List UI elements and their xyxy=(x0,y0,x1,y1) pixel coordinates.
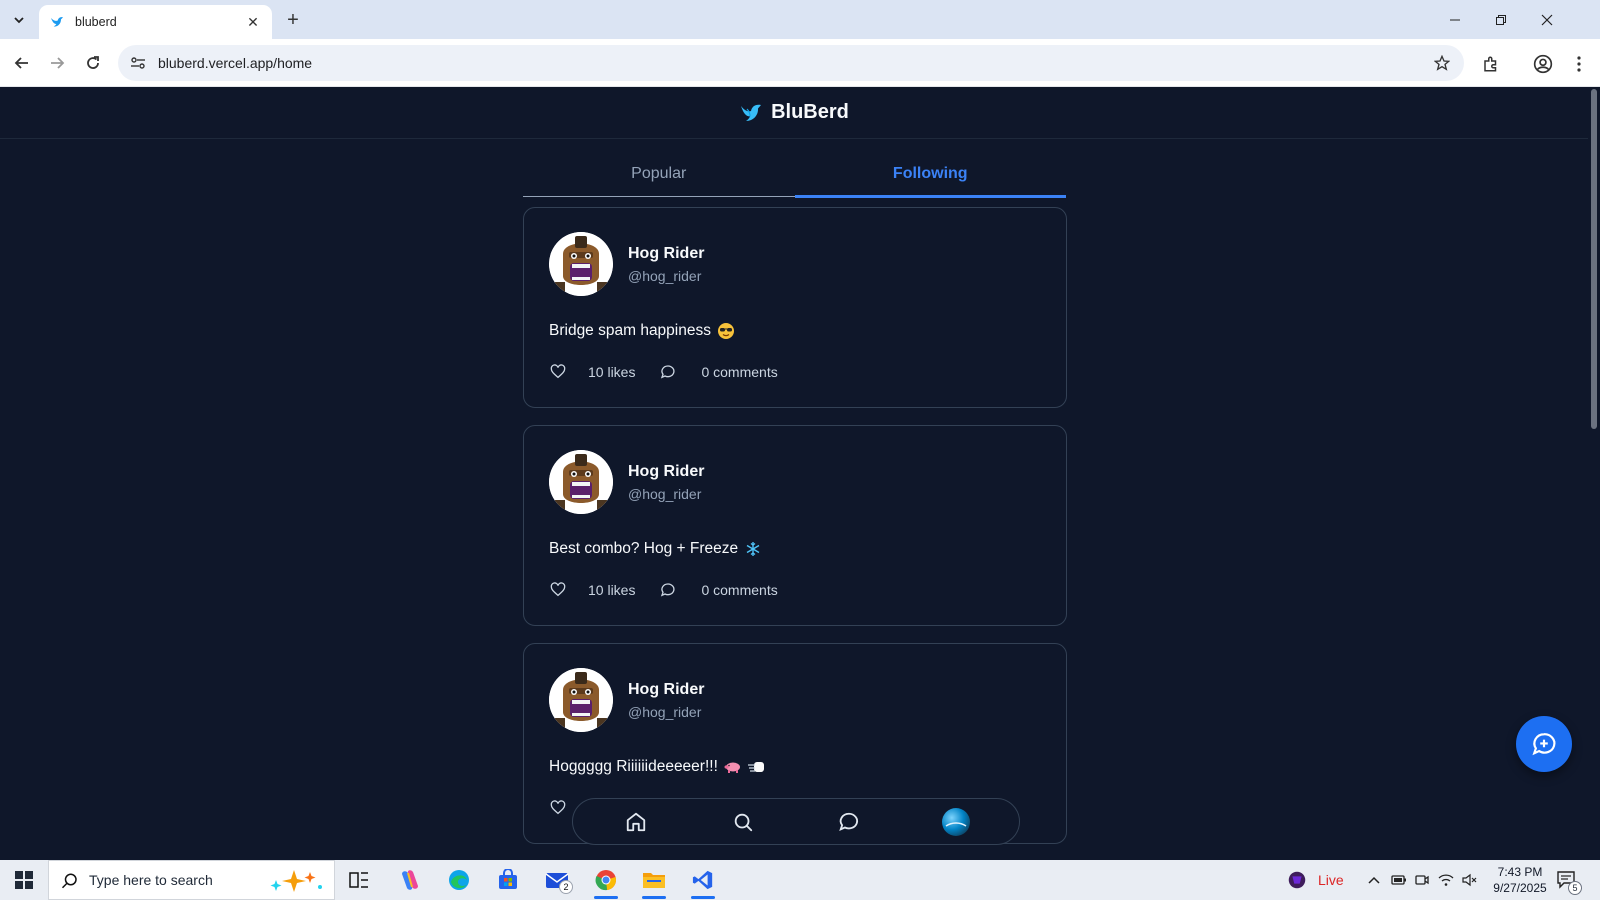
meet-now-icon[interactable] xyxy=(1415,860,1429,900)
mail-badge: 2 xyxy=(559,880,573,894)
copilot-icon[interactable] xyxy=(390,864,430,896)
new-tab-plus-icon[interactable]: + xyxy=(281,8,305,32)
site-info-icon[interactable] xyxy=(128,54,148,72)
comments-count: 0 comments xyxy=(701,364,778,380)
post-card[interactable]: Hog Rider @hog_rider Best combo? Hog + F… xyxy=(523,425,1067,626)
browser-tabstrip: bluberd ✕ + xyxy=(0,0,1600,39)
fist-emoji-icon xyxy=(747,758,766,776)
post-author-name[interactable]: Hog Rider xyxy=(628,245,704,263)
post-actions: 10 likes 0 comments xyxy=(549,581,778,599)
hog-rider-avatar[interactable] xyxy=(549,668,613,732)
taskbar-search-box[interactable]: Type here to search xyxy=(48,860,335,900)
new-post-button[interactable] xyxy=(1516,716,1572,772)
bookmark-star-icon[interactable] xyxy=(1432,53,1452,73)
tab-close-icon[interactable]: ✕ xyxy=(244,13,262,31)
post-content: Best combo? Hog + Freeze xyxy=(549,540,762,558)
post-card[interactable]: Hog Rider @hog_rider Bridge spam happine… xyxy=(523,207,1067,408)
menu-kebab-icon[interactable] xyxy=(1566,51,1592,77)
comment-icon[interactable] xyxy=(659,363,677,381)
reload-icon[interactable] xyxy=(79,49,107,77)
new-post-icon xyxy=(1532,733,1556,756)
network-wifi-icon[interactable] xyxy=(1438,860,1454,900)
comment-icon[interactable] xyxy=(659,581,677,599)
tab-following[interactable]: Following xyxy=(794,157,1067,198)
back-arrow-icon[interactable] xyxy=(8,49,36,77)
bluberd-logo-icon xyxy=(741,104,762,121)
post-actions xyxy=(549,799,567,817)
notification-count-badge: 5 xyxy=(1568,881,1582,895)
post-content: Hoggggg Riiiiiideeeeer!!! xyxy=(549,758,766,776)
browser-toolbar: bluberd.vercel.app/home xyxy=(0,39,1600,87)
search-icon[interactable] xyxy=(728,807,758,837)
heart-icon[interactable] xyxy=(549,581,567,599)
url-text: bluberd.vercel.app/home xyxy=(158,55,313,71)
brand[interactable]: BluBerd xyxy=(739,101,849,125)
post-text: Bridge spam happiness xyxy=(549,322,711,339)
post-author-handle[interactable]: @hog_rider xyxy=(628,268,701,284)
taskbar-search-placeholder: Type here to search xyxy=(89,872,213,888)
post-author-handle[interactable]: @hog_rider xyxy=(628,486,701,502)
mail-icon[interactable]: 2 xyxy=(537,864,577,896)
post-text: Hoggggg Riiiiiideeeeer!!! xyxy=(549,758,718,775)
post-content: Bridge spam happiness xyxy=(549,322,735,340)
live-label: Live xyxy=(1318,872,1344,888)
chat-icon[interactable] xyxy=(834,807,864,837)
windows-taskbar: Type here to search 2 Live 7:43 PM 9/27/… xyxy=(0,860,1600,900)
file-explorer-icon[interactable] xyxy=(634,864,674,899)
page-scrollbar[interactable] xyxy=(1588,87,1600,860)
extensions-puzzle-icon[interactable] xyxy=(1478,51,1504,77)
app-header: BluBerd xyxy=(0,87,1588,139)
post-author-name[interactable]: Hog Rider xyxy=(628,681,704,699)
tab-popular[interactable]: Popular xyxy=(523,157,795,196)
bluberd-app: BluBerd Popular Following Hog Rider @hog… xyxy=(0,87,1588,860)
post-author-name[interactable]: Hog Rider xyxy=(628,463,704,481)
heart-icon[interactable] xyxy=(549,363,567,381)
tab-search-chevron-icon[interactable] xyxy=(6,8,32,32)
address-bar[interactable]: bluberd.vercel.app/home xyxy=(118,45,1464,81)
tab-title: bluberd xyxy=(75,15,117,29)
windows-start-icon[interactable] xyxy=(0,860,48,900)
comments-count: 0 comments xyxy=(701,582,778,598)
sparkle-decoration-icon xyxy=(270,870,322,892)
clock-time: 7:43 PM xyxy=(1497,865,1543,879)
clock-date: 9/27/2025 xyxy=(1493,881,1547,895)
bird-favicon-icon xyxy=(49,14,65,30)
live-sports-icon xyxy=(1288,871,1306,889)
home-icon[interactable] xyxy=(621,807,651,837)
hog-rider-avatar[interactable] xyxy=(549,232,613,296)
taskbar-clock[interactable]: 7:43 PM 9/27/2025 xyxy=(1486,864,1554,896)
snowflake-emoji-icon xyxy=(744,540,762,558)
minimize-icon[interactable] xyxy=(1432,5,1478,35)
volume-muted-icon[interactable] xyxy=(1462,860,1478,900)
profile-avatar[interactable] xyxy=(941,807,971,837)
sunglasses-emoji-icon xyxy=(717,322,735,340)
window-close-icon[interactable] xyxy=(1524,5,1570,35)
heart-icon[interactable] xyxy=(549,799,567,817)
microsoft-store-icon[interactable] xyxy=(488,864,528,896)
scrollbar-thumb[interactable] xyxy=(1591,89,1597,429)
pig-emoji-icon xyxy=(724,758,742,776)
forward-arrow-icon[interactable] xyxy=(43,49,71,77)
task-view-icon[interactable] xyxy=(339,864,379,896)
notifications-icon[interactable]: 5 xyxy=(1556,860,1582,900)
post-text: Best combo? Hog + Freeze xyxy=(549,540,739,557)
tray-overflow-chevron-icon[interactable] xyxy=(1368,860,1380,900)
browser-tab[interactable]: bluberd ✕ xyxy=(39,5,272,39)
edge-browser-icon[interactable] xyxy=(439,864,479,896)
restore-icon[interactable] xyxy=(1478,5,1524,35)
bottom-navigation xyxy=(572,798,1020,845)
chrome-icon[interactable] xyxy=(586,864,626,899)
feed-tabs: Popular Following xyxy=(523,157,1067,198)
likes-count: 10 likes xyxy=(588,364,636,380)
weather-live-widget[interactable]: Live xyxy=(1286,860,1344,900)
battery-icon[interactable] xyxy=(1391,860,1407,900)
vscode-icon[interactable] xyxy=(683,864,723,899)
profile-account-icon[interactable] xyxy=(1530,51,1556,77)
post-author-handle[interactable]: @hog_rider xyxy=(628,704,701,720)
post-actions: 10 likes 0 comments xyxy=(549,363,778,381)
search-icon xyxy=(61,873,77,889)
likes-count: 10 likes xyxy=(588,582,636,598)
brand-name: BluBerd xyxy=(771,101,849,123)
hog-rider-avatar[interactable] xyxy=(549,450,613,514)
